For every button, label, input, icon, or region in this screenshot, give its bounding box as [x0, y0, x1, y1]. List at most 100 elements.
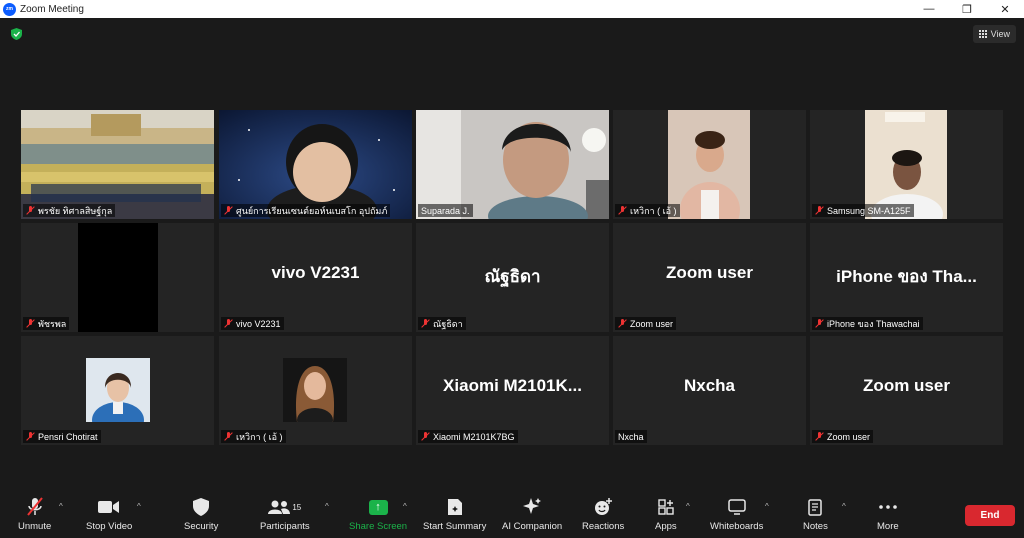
participant-display-name: ณัฐธิดา [484, 267, 541, 286]
apps-options-chevron-icon[interactable]: ^ [686, 502, 690, 511]
participant-tile[interactable]: vivo V2231 vivo V2231 [219, 223, 412, 332]
notes-icon [808, 496, 823, 518]
audio-options-chevron-icon[interactable]: ^ [59, 502, 63, 511]
mic-muted-icon [26, 319, 35, 328]
window-controls: — ❐ ✕ [910, 0, 1024, 18]
participant-name-tag: ศูนย์การเรียนเซนต์ยอห์นเบสโก อุปถัมภ์ [221, 204, 391, 217]
security-button[interactable]: Security [184, 496, 218, 532]
grid-view-icon [978, 30, 987, 38]
participant-tile[interactable]: ศูนย์การเรียนเซนต์ยอห์นเบสโก อุปถัมภ์ [219, 110, 412, 219]
participant-name-tag: เหวิกา ( เอ้ ) [221, 430, 286, 443]
reactions-button[interactable]: Reactions [582, 496, 624, 532]
participant-tile[interactable]: Zoom user Zoom user [613, 223, 806, 332]
participant-name-tag: Pensri Chotirat [23, 430, 101, 443]
participant-display-name: vivo V2231 [271, 263, 360, 282]
mic-muted-icon [26, 432, 35, 441]
mic-muted-icon [224, 206, 233, 215]
participant-tile[interactable]: เหวิกา ( เอ้ ) [219, 336, 412, 445]
participant-tile[interactable]: Samsung SM-A125F [810, 110, 1003, 219]
participant-video [219, 110, 412, 219]
participants-button[interactable]: 15 Participants [260, 496, 310, 532]
view-label: View [990, 29, 1010, 39]
more-button[interactable]: More [877, 496, 899, 532]
mic-muted-icon [815, 432, 824, 441]
participant-video [416, 110, 609, 219]
participant-video [810, 110, 1003, 219]
maximize-button[interactable]: ❐ [948, 0, 986, 18]
mic-muted-icon [224, 319, 233, 328]
participants-count: 15 [292, 502, 302, 512]
participant-tile[interactable]: Nxcha Nxcha [613, 336, 806, 445]
microphone-muted-icon [26, 496, 44, 518]
participant-tile[interactable]: Xiaomi M2101K... Xiaomi M2101K7BG [416, 336, 609, 445]
mic-muted-icon [815, 319, 824, 328]
whiteboards-options-chevron-icon[interactable]: ^ [765, 502, 769, 511]
mic-muted-icon [26, 206, 35, 215]
whiteboard-icon [727, 496, 746, 518]
zoom-logo-icon: zm [3, 2, 16, 16]
participants-options-chevron-icon[interactable]: ^ [325, 502, 329, 511]
participant-tile[interactable]: พัชรพล [21, 223, 214, 332]
participant-video [78, 223, 158, 332]
apps-icon [658, 496, 674, 518]
mic-muted-icon [618, 319, 627, 328]
video-camera-icon [98, 496, 120, 518]
close-button[interactable]: ✕ [986, 0, 1024, 18]
view-button[interactable]: View [972, 25, 1016, 43]
participant-tile[interactable]: พรชัย ทิศาลสิษฐ์กุล [21, 110, 214, 219]
more-dots-icon [879, 496, 897, 518]
participant-name-tag: Xiaomi M2101K7BG [418, 430, 518, 443]
participant-display-name: Zoom user [666, 263, 753, 282]
participant-video [613, 110, 806, 219]
participant-name-tag: ณัฐธิดา [418, 317, 466, 330]
unmute-button[interactable]: Unmute [18, 496, 51, 532]
video-options-chevron-icon[interactable]: ^ [137, 502, 141, 511]
profile-photo [86, 358, 150, 422]
window-title: Zoom Meeting [20, 3, 84, 15]
reactions-smiley-icon [594, 496, 613, 518]
participants-icon: 15 [268, 496, 301, 518]
participant-display-name: Xiaomi M2101K... [443, 376, 582, 395]
stop-video-button[interactable]: Stop Video [86, 496, 132, 532]
participant-name-tag: พัชรพล [23, 317, 70, 330]
encryption-shield-icon[interactable] [11, 28, 22, 40]
participant-name-tag: เหวิกา ( เอ้ ) [615, 204, 680, 217]
summary-document-icon [447, 496, 463, 518]
minimize-button[interactable]: — [910, 0, 948, 18]
ai-companion-button[interactable]: AI Companion [502, 496, 562, 532]
participant-tile[interactable]: เหวิกา ( เอ้ ) [613, 110, 806, 219]
apps-button[interactable]: Apps [655, 496, 677, 532]
participant-tile[interactable]: Zoom user Zoom user [810, 336, 1003, 445]
participant-name-tag: พรชัย ทิศาลสิษฐ์กุล [23, 204, 116, 217]
title-bar: zm Zoom Meeting — ❐ ✕ [0, 0, 1024, 18]
participant-tile[interactable]: Pensri Chotirat [21, 336, 214, 445]
participant-name-tag: Suparada J. [418, 204, 473, 217]
notes-options-chevron-icon[interactable]: ^ [842, 502, 846, 511]
share-screen-button[interactable]: ↑ Share Screen [349, 496, 407, 532]
participant-name-tag: Nxcha [615, 430, 647, 443]
mic-muted-icon [815, 206, 824, 215]
security-shield-icon [193, 496, 210, 518]
participant-display-name: iPhone ของ Tha... [836, 267, 977, 286]
profile-photo [283, 358, 347, 422]
participant-tile[interactable]: Suparada J. [416, 110, 609, 219]
participant-display-name: Zoom user [863, 376, 950, 395]
end-meeting-button[interactable]: End [965, 505, 1015, 526]
share-screen-icon: ↑ [368, 499, 388, 515]
whiteboards-button[interactable]: Whiteboards [710, 496, 763, 532]
participant-name-tag: vivo V2231 [221, 317, 284, 330]
ai-sparkle-icon [522, 496, 542, 518]
mic-muted-icon [618, 206, 627, 215]
participant-name-tag: iPhone ของ Thawachai [812, 317, 923, 330]
mic-muted-icon [421, 432, 430, 441]
participant-name-tag: Zoom user [615, 317, 677, 330]
participant-name-tag: Samsung SM-A125F [812, 204, 914, 217]
participant-tile[interactable]: ณัฐธิดา ณัฐธิดา [416, 223, 609, 332]
start-summary-button[interactable]: Start Summary [423, 496, 486, 532]
participant-tile[interactable]: iPhone ของ Tha... iPhone ของ Thawachai [810, 223, 1003, 332]
mic-muted-icon [224, 432, 233, 441]
participant-name-tag: Zoom user [812, 430, 874, 443]
share-options-chevron-icon[interactable]: ^ [403, 502, 407, 511]
participant-display-name: Nxcha [683, 376, 736, 395]
notes-button[interactable]: Notes [803, 496, 828, 532]
